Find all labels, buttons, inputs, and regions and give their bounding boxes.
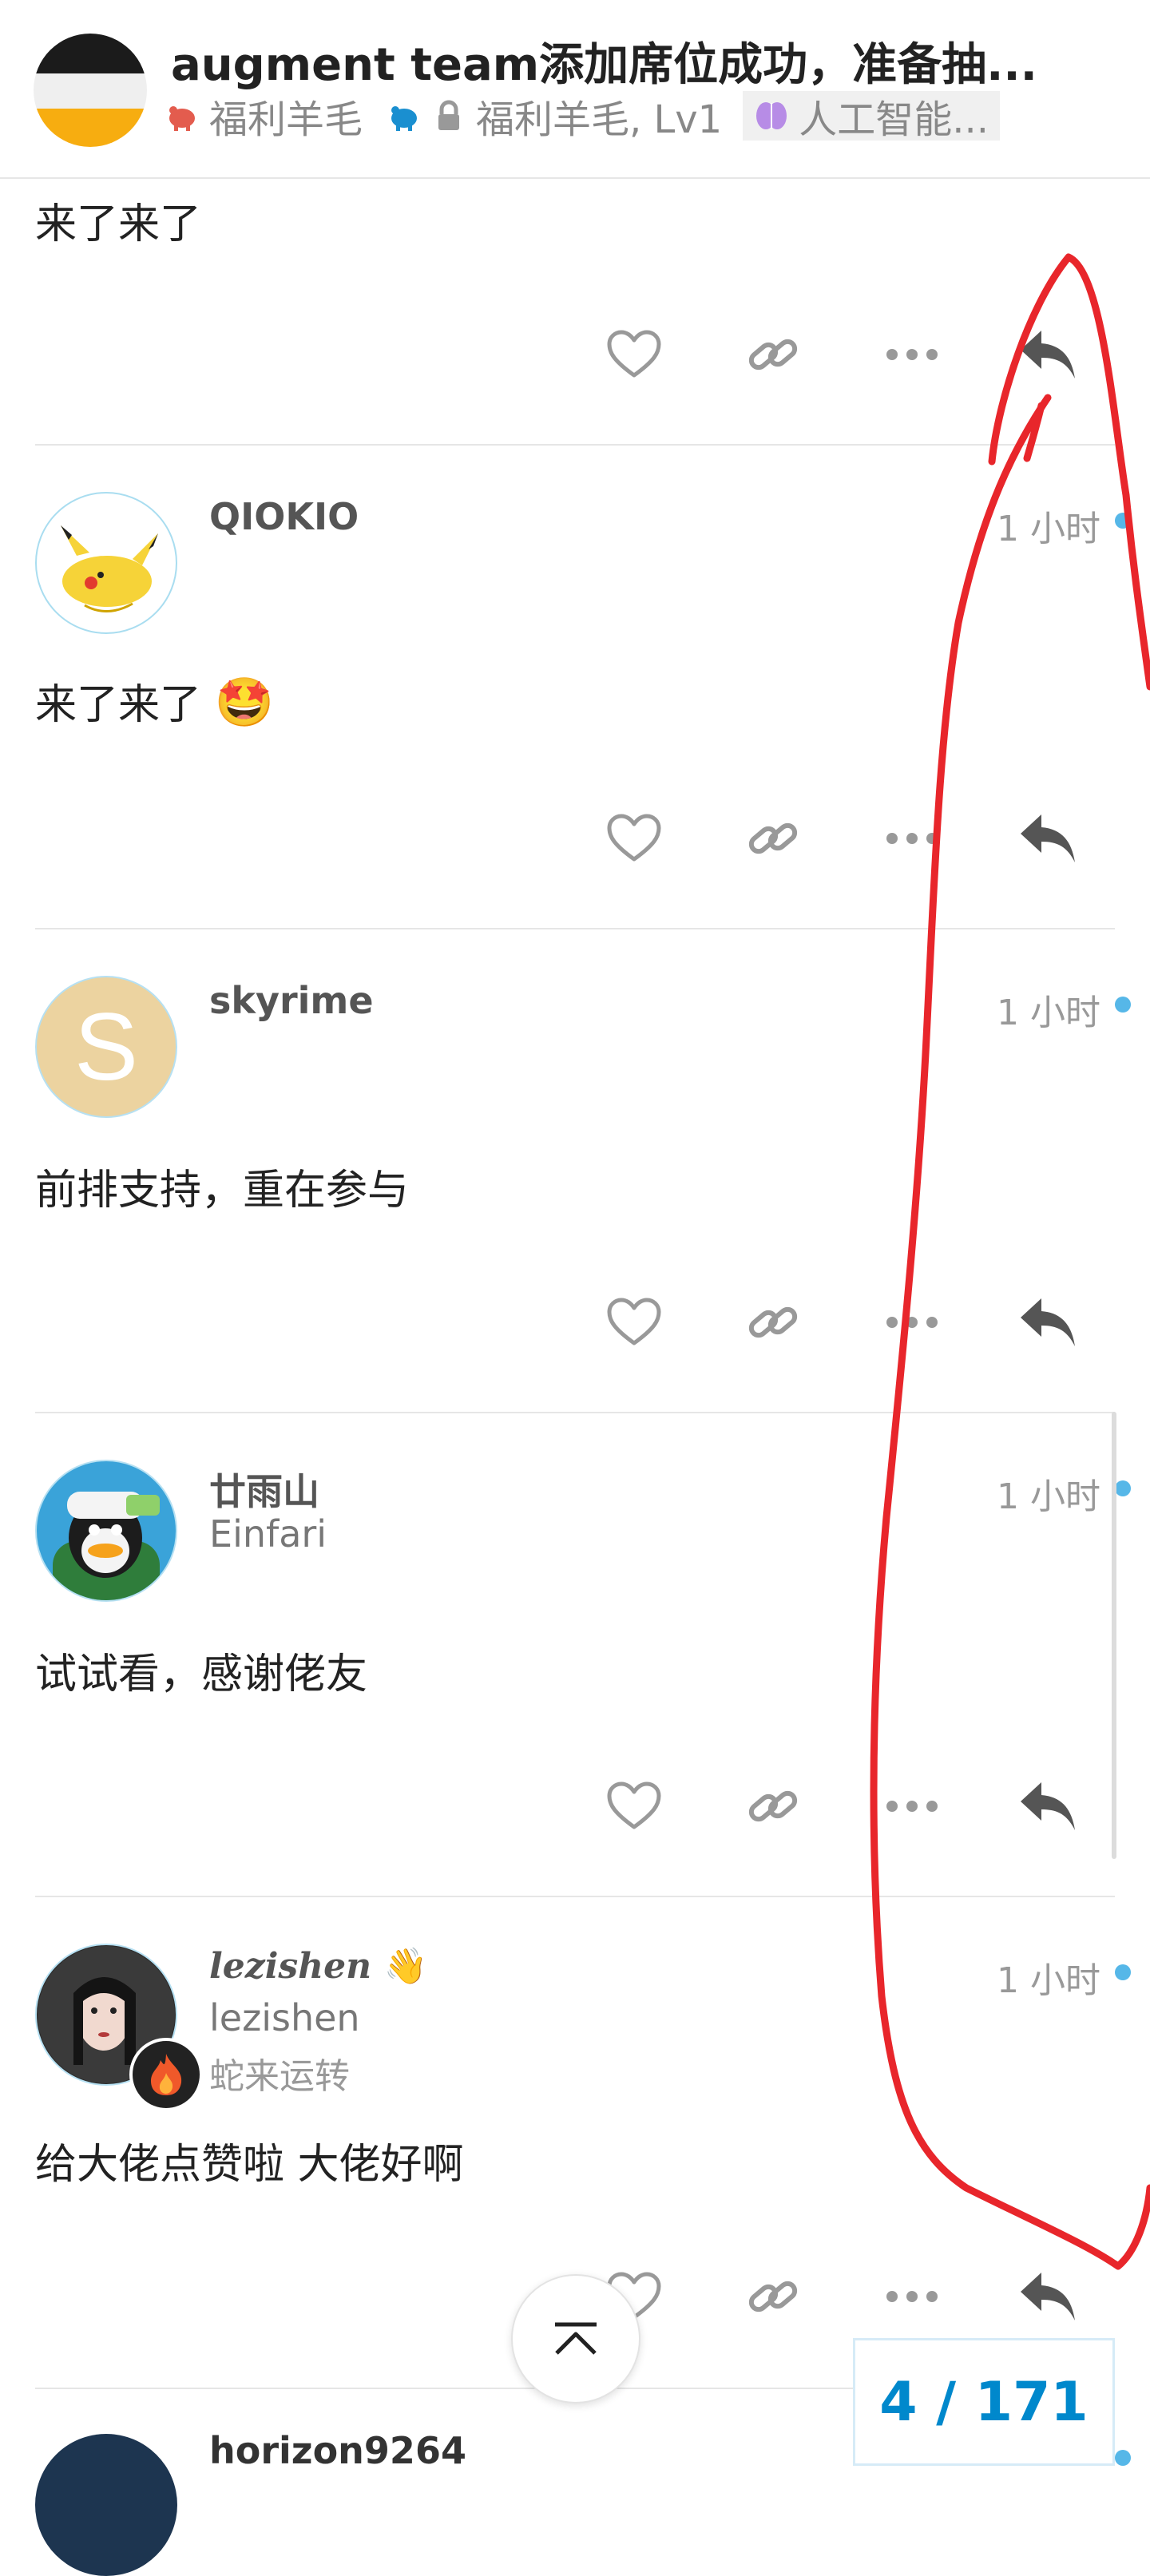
new-post-dot xyxy=(1115,1480,1131,1496)
ellipsis-icon xyxy=(886,1801,938,1812)
avatar-letter: S xyxy=(73,993,139,1100)
star-struck-emoji: 🤩 xyxy=(214,675,275,731)
share-link-button[interactable] xyxy=(741,1290,805,1354)
more-button[interactable] xyxy=(880,1774,944,1838)
post-actions xyxy=(0,1774,1150,1854)
ellipsis-icon xyxy=(886,1317,938,1328)
new-post-dot xyxy=(1115,513,1131,529)
scrollbar[interactable] xyxy=(1112,1412,1116,1859)
avatar[interactable]: S xyxy=(35,976,177,1118)
avatar[interactable] xyxy=(35,2434,177,2576)
post-progress-indicator[interactable]: 4 / 171 xyxy=(853,2338,1115,2466)
category-child-label: 福利羊毛, Lv1 xyxy=(476,97,723,142)
display-name: Einfari xyxy=(209,1512,327,1556)
reply-icon xyxy=(1021,814,1075,862)
ellipsis-icon xyxy=(886,2291,938,2302)
flair-badge xyxy=(129,2038,203,2111)
avatar[interactable] xyxy=(35,492,177,634)
post-body: 来了来了 🤩 xyxy=(35,671,274,731)
reply-button[interactable] xyxy=(1016,323,1080,386)
reply-button[interactable] xyxy=(1016,806,1080,870)
link-icon xyxy=(748,822,798,854)
tag-label: 人工智能... xyxy=(799,97,989,142)
username[interactable]: 廿雨山 xyxy=(209,1463,319,1516)
site-logo[interactable] xyxy=(34,34,147,147)
post-time[interactable]: 1 小时 xyxy=(997,984,1100,1035)
share-link-button[interactable] xyxy=(741,1774,805,1838)
post-body: 给大佬点赞啦 大佬好啊 xyxy=(35,2141,464,2189)
ellipsis-icon xyxy=(886,833,938,844)
display-name: lezishen xyxy=(209,1996,360,2039)
post-divider xyxy=(35,928,1115,929)
piggy-bank-icon xyxy=(387,98,422,133)
reply-icon xyxy=(1021,331,1075,378)
category-parent-label: 福利羊毛 xyxy=(209,97,363,142)
post-time[interactable]: 1 小时 xyxy=(997,1468,1100,1519)
lock-icon xyxy=(431,98,466,133)
reply-icon xyxy=(1021,1298,1075,1346)
share-link-button[interactable] xyxy=(741,323,805,386)
username[interactable]: QIOKIO xyxy=(209,495,359,538)
new-post-dot xyxy=(1115,2450,1131,2466)
topic-title[interactable]: augment team添加席位成功，准备抽... xyxy=(171,29,1089,93)
new-post-dot xyxy=(1115,1964,1131,1980)
heart-icon xyxy=(607,1781,661,1829)
post-actions xyxy=(0,323,1150,402)
category-child[interactable]: 福利羊毛, Lv1 xyxy=(387,88,722,144)
like-button[interactable] xyxy=(602,1774,666,1838)
share-link-button[interactable] xyxy=(741,806,805,870)
back-to-top-button[interactable] xyxy=(511,2274,640,2404)
post-divider xyxy=(35,444,1115,446)
post-actions xyxy=(0,806,1150,886)
chevron-up-icon xyxy=(555,2322,597,2355)
link-icon xyxy=(748,1306,798,1338)
like-button[interactable] xyxy=(602,1290,666,1354)
reply-button[interactable] xyxy=(1016,1774,1080,1838)
new-post-dot xyxy=(1115,997,1131,1013)
reply-button[interactable] xyxy=(1016,1290,1080,1354)
like-button[interactable] xyxy=(602,323,666,386)
ellipsis-icon xyxy=(886,349,938,360)
post-body: 前排支持，重在参与 xyxy=(35,1167,410,1215)
topic-tag[interactable]: 人工智能... xyxy=(743,91,1001,142)
link-icon xyxy=(748,339,798,371)
fire-icon xyxy=(151,2054,182,2095)
avatar[interactable] xyxy=(35,1460,177,1602)
post-body: 试试看，感谢佬友 xyxy=(35,1651,368,1698)
avatar[interactable] xyxy=(35,1944,203,2111)
post-actions xyxy=(0,1290,1150,1370)
link-icon xyxy=(748,1790,798,1822)
share-link-button[interactable] xyxy=(741,2265,805,2328)
topic-meta: 福利羊毛 福利羊毛, Lv1 人工智能... xyxy=(165,88,1001,144)
more-button[interactable] xyxy=(880,806,944,870)
more-button[interactable] xyxy=(880,323,944,386)
more-button[interactable] xyxy=(880,2265,944,2328)
username[interactable]: lezishen 👋 xyxy=(209,1945,427,1987)
post-body-text: 来了来了 xyxy=(35,681,202,729)
post-time[interactable]: 1 小时 xyxy=(997,500,1100,551)
heart-icon xyxy=(607,1298,661,1345)
post-divider xyxy=(35,1896,1115,1897)
reply-button[interactable] xyxy=(1016,2265,1080,2328)
reply-icon xyxy=(1021,2273,1075,2320)
more-button[interactable] xyxy=(880,1290,944,1354)
category-parent[interactable]: 福利羊毛 xyxy=(165,88,363,144)
user-title: 蛇来运转 xyxy=(209,2056,350,2097)
heart-icon xyxy=(607,814,661,862)
post-divider xyxy=(35,1412,1115,1413)
username-text: lezishen xyxy=(209,1946,372,1987)
reply-icon xyxy=(1021,1782,1075,1830)
piggy-bank-icon xyxy=(165,98,200,133)
post-time[interactable]: 1 小时 xyxy=(997,1952,1100,2003)
brain-icon xyxy=(754,98,789,133)
heart-icon xyxy=(607,330,661,378)
post-body: 来了来了 xyxy=(35,200,202,248)
username[interactable]: skyrime xyxy=(209,979,374,1022)
link-icon xyxy=(748,2281,798,2312)
topic-header: augment team添加席位成功，准备抽... 福利羊毛 福利羊毛, Lv1… xyxy=(0,0,1150,179)
waving-hand-emoji: 👋 xyxy=(383,1946,428,1987)
like-button[interactable] xyxy=(602,806,666,870)
